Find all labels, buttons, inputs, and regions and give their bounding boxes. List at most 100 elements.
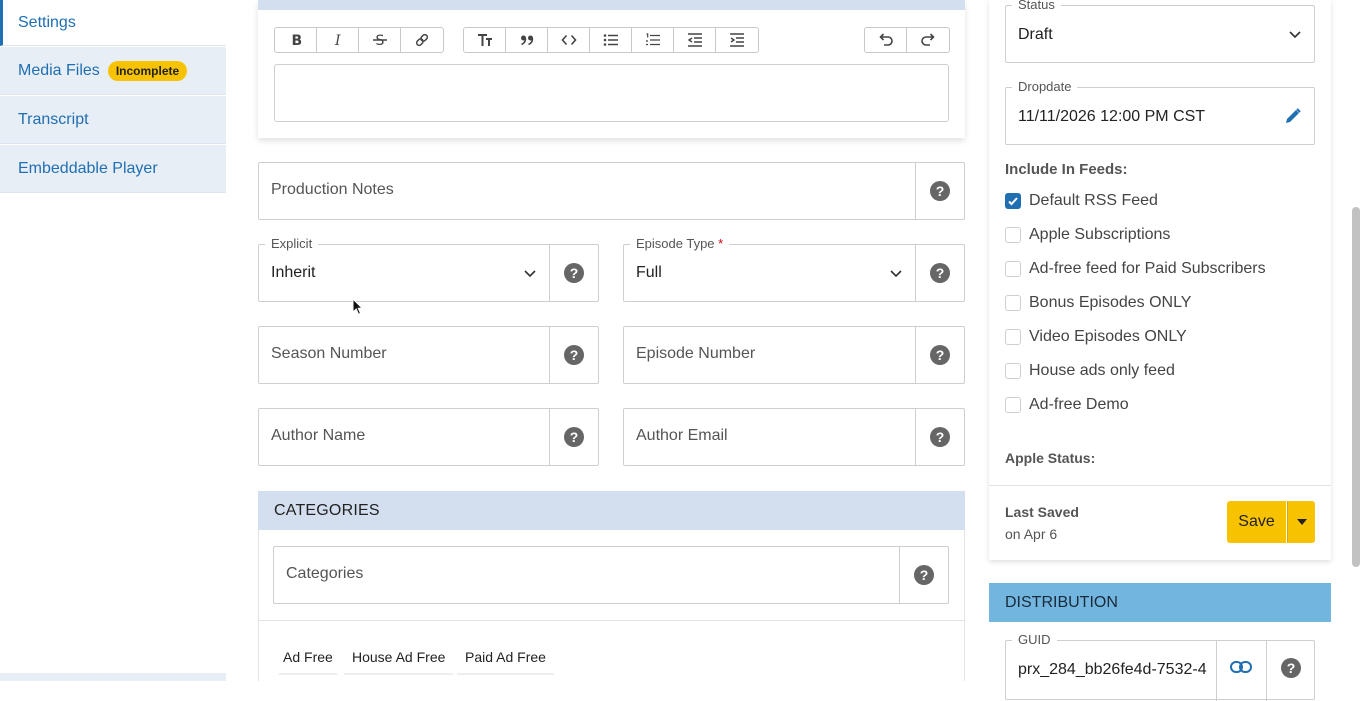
episode-type-help-button[interactable]: ?: [915, 245, 964, 301]
outdent-icon[interactable]: [674, 28, 716, 52]
episode-type-label: Episode Type *: [630, 236, 730, 251]
caret-down-icon: [1296, 519, 1307, 525]
category-tag-paid-ad-free[interactable]: Paid Ad Free: [457, 649, 554, 675]
explicit-value: Inherit: [271, 264, 316, 281]
dropdate-value: 11/11/2026 12:00 PM CST: [1018, 108, 1206, 125]
help-icon: ?: [1281, 658, 1301, 678]
feed-ad-free-paid-subscribers[interactable]: Ad-free feed for Paid Subscribers: [1005, 259, 1266, 279]
feed-default-rss[interactable]: Default RSS Feed: [1005, 191, 1158, 211]
svg-text:B: B: [291, 33, 302, 48]
episode-type-label-text: Episode Type: [636, 236, 715, 251]
redo-icon[interactable]: [907, 28, 949, 52]
checkbox[interactable]: [1005, 397, 1021, 413]
mouse-cursor-icon: [352, 298, 364, 315]
sidebar-item-label: Embeddable Player: [18, 159, 158, 177]
pencil-icon[interactable]: [1284, 107, 1302, 125]
apple-status-label: Apple Status:: [1005, 450, 1096, 466]
checkbox[interactable]: [1005, 227, 1021, 243]
author-email-field[interactable]: Author Email ?: [623, 408, 965, 466]
episode-type-select[interactable]: Episode Type * Full ?: [623, 236, 965, 302]
numbered-list-icon[interactable]: [632, 28, 674, 52]
feed-label: Apple Subscriptions: [1029, 226, 1171, 243]
help-icon: ?: [930, 181, 950, 201]
production-notes-field[interactable]: Production Notes ?: [258, 162, 965, 220]
link-icon[interactable]: [1230, 660, 1252, 674]
sidebar-item-transcript[interactable]: Transcript: [0, 96, 226, 144]
guid-field[interactable]: GUID prx_284_bb26fe4d-7532-4 ?: [1005, 632, 1315, 701]
season-number-help-button[interactable]: ?: [549, 327, 598, 383]
status-value: Draft: [1018, 26, 1053, 43]
sidebar-item-embeddable-player[interactable]: Embeddable Player: [0, 145, 226, 193]
link-icon[interactable]: [401, 28, 443, 52]
undo-icon[interactable]: [865, 28, 907, 52]
chevron-down-icon: [524, 270, 536, 278]
help-icon: ?: [564, 427, 584, 447]
status-select[interactable]: Status Draft: [1005, 0, 1315, 63]
explicit-label: Explicit: [265, 236, 319, 251]
author-email-help-button[interactable]: ?: [915, 409, 964, 465]
feed-label: Default RSS Feed: [1029, 192, 1158, 209]
feed-apple-subscriptions[interactable]: Apple Subscriptions: [1005, 225, 1170, 245]
explicit-select[interactable]: Explicit Inherit ?: [258, 236, 599, 302]
strikethrough-icon[interactable]: S: [359, 28, 401, 52]
italic-icon[interactable]: I: [317, 28, 359, 52]
category-tag-ad-free[interactable]: Ad Free: [279, 649, 337, 675]
feed-video-episodes[interactable]: Video Episodes ONLY: [1005, 327, 1187, 347]
category-tag-house-ad-free[interactable]: House Ad Free: [344, 649, 454, 675]
heading-icon[interactable]: [464, 28, 506, 52]
author-email-placeholder: Author Email: [636, 427, 728, 444]
categories-help-button[interactable]: ?: [899, 547, 948, 603]
dropdate-field[interactable]: Dropdate 11/11/2026 12:00 PM CST: [1005, 79, 1315, 145]
season-number-field[interactable]: Season Number ?: [258, 326, 599, 384]
scrollbar-thumb[interactable]: [1352, 207, 1360, 567]
save-button[interactable]: Save: [1227, 501, 1286, 543]
code-icon[interactable]: [548, 28, 590, 52]
feed-bonus-episodes[interactable]: Bonus Episodes ONLY: [1005, 293, 1191, 313]
bold-icon[interactable]: B: [275, 28, 317, 52]
quote-icon[interactable]: [506, 28, 548, 52]
author-name-field[interactable]: Author Name ?: [258, 408, 599, 466]
feed-ad-free-demo[interactable]: Ad-free Demo: [1005, 395, 1129, 415]
sidebar-item-settings[interactable]: Settings: [0, 0, 226, 46]
guid-help-button[interactable]: ?: [1281, 658, 1301, 678]
svg-text:I: I: [334, 33, 341, 48]
feed-label: Bonus Episodes ONLY: [1029, 294, 1192, 311]
bullet-list-icon[interactable]: [590, 28, 632, 52]
author-name-help-button[interactable]: ?: [549, 409, 598, 465]
author-name-placeholder: Author Name: [271, 427, 366, 444]
indent-icon[interactable]: [716, 28, 758, 52]
status-label: Status: [1012, 0, 1061, 12]
checkbox-checked[interactable]: [1005, 193, 1021, 209]
categories-placeholder: Categories: [286, 565, 364, 582]
categories-field[interactable]: Categories ?: [273, 546, 949, 604]
last-saved-label: Last Saved: [1005, 504, 1079, 520]
episode-number-field[interactable]: Episode Number ?: [623, 326, 965, 384]
episode-number-placeholder: Episode Number: [636, 345, 756, 362]
feed-house-ads-only[interactable]: House ads only feed: [1005, 361, 1175, 381]
description-text-area[interactable]: [274, 64, 949, 122]
chevron-down-icon: [890, 270, 902, 278]
dropdate-label: Dropdate: [1012, 79, 1078, 94]
sidebar-item-media-files[interactable]: Media Files Incomplete: [0, 47, 226, 95]
toolbar-block-group: [463, 27, 759, 53]
chevron-down-icon: [1289, 31, 1301, 39]
sidebar-item-label: Media Files: [18, 61, 100, 79]
checkbox[interactable]: [1005, 329, 1021, 345]
divider: [258, 620, 965, 621]
checkbox[interactable]: [1005, 363, 1021, 379]
episode-number-help-button[interactable]: ?: [915, 327, 964, 383]
help-icon: ?: [564, 345, 584, 365]
feed-label: Video Episodes ONLY: [1029, 328, 1187, 345]
explicit-help-button[interactable]: ?: [549, 245, 598, 301]
save-options-button[interactable]: [1287, 501, 1315, 543]
guid-label: GUID: [1012, 632, 1057, 647]
check-icon: [1008, 197, 1018, 206]
required-mark: *: [718, 236, 724, 251]
editor-header-bar: [258, 0, 965, 10]
divider: [1216, 641, 1217, 701]
incomplete-badge: Incomplete: [107, 60, 188, 81]
production-notes-help-button[interactable]: ?: [915, 163, 964, 219]
checkbox[interactable]: [1005, 295, 1021, 311]
checkbox[interactable]: [1005, 261, 1021, 277]
categories-section-header: CATEGORIES: [258, 491, 965, 530]
